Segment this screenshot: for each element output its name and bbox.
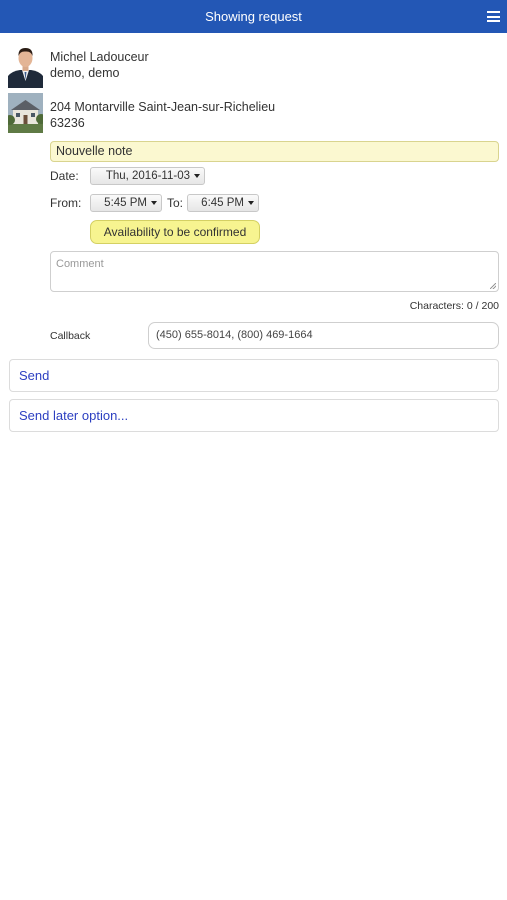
chevron-down-icon <box>194 174 200 178</box>
agent-info: Michel Ladouceur demo, demo <box>8 43 149 88</box>
comment-placeholder: Comment <box>56 258 104 270</box>
hamburger-menu-icon[interactable] <box>487 11 500 22</box>
note-input[interactable]: Nouvelle note <box>50 141 499 162</box>
agent-company: demo, demo <box>50 66 120 80</box>
callback-label: Callback <box>50 330 91 342</box>
send-later-button[interactable]: Send later option... <box>9 399 499 432</box>
agent-photo <box>8 43 43 88</box>
listing-number: 63236 <box>50 116 85 130</box>
to-label: To: <box>167 196 184 210</box>
page-title: Showing request <box>205 9 302 24</box>
property-address: 204 Montarville Saint-Jean-sur-Richelieu <box>50 100 276 114</box>
from-time-select[interactable]: 5:45 PM <box>90 194 162 212</box>
property-info: 204 Montarville Saint-Jean-sur-Richelieu… <box>8 93 275 133</box>
from-label: From: <box>50 196 82 210</box>
comment-textarea[interactable]: Comment <box>50 251 499 292</box>
availability-button[interactable]: Availability to be confirmed <box>90 220 260 244</box>
resize-handle-icon[interactable] <box>490 283 496 289</box>
chevron-down-icon <box>151 201 157 205</box>
agent-name: Michel Ladouceur <box>50 50 149 64</box>
to-time-value: 6:45 PM <box>201 197 244 209</box>
send-button[interactable]: Send <box>9 359 499 392</box>
to-time-select[interactable]: 6:45 PM <box>187 194 259 212</box>
date-label: Date: <box>50 169 79 183</box>
from-time-value: 5:45 PM <box>104 197 147 209</box>
house-photo <box>8 93 43 133</box>
date-value: Thu, 2016-11-03 <box>105 170 190 182</box>
callback-input[interactable]: (450) 655-8014, (800) 469-1664 <box>148 322 499 349</box>
date-select[interactable]: Thu, 2016-11-03 <box>90 167 205 185</box>
chevron-down-icon <box>248 201 254 205</box>
character-counter: Characters: 0 / 200 <box>409 300 499 312</box>
app-header: Showing request <box>0 0 507 33</box>
